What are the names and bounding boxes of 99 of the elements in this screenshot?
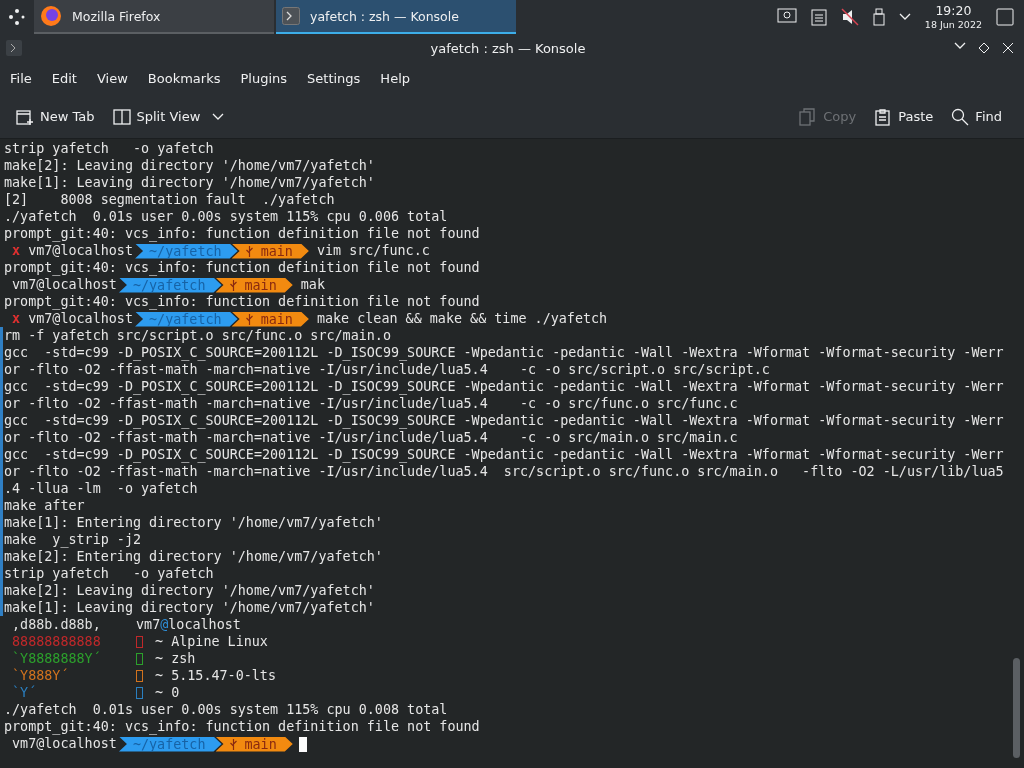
prompt-directory-segment: ~/yafetch <box>118 277 222 293</box>
terminal-command: vim src/func.c <box>315 243 430 258</box>
prompt-user: vm7@localhost <box>12 736 117 751</box>
ascii-art: `Y´ <box>12 684 38 701</box>
maximize-icon[interactable] <box>978 42 990 54</box>
system-info-text: ~ zsh <box>155 651 196 666</box>
prompt-directory-segment: ~/yafetch <box>118 736 222 752</box>
terminal-command: make clean && make && time ./yafetch <box>315 311 608 326</box>
terminal-output-line: make[2]: Entering directory '/home/vm7/yafetch' <box>4 549 383 564</box>
menu-item[interactable]: Help <box>372 67 418 90</box>
glyph-box-icon <box>136 636 144 648</box>
terminal-output-line: make after <box>4 498 85 513</box>
terminal-output-line: gcc -std=c99 -D_POSIX_C_SOURCE=200112L -D_ISOC99_SOURCE -Wpedantic -pedantic -Wall -Wextra -Wformat -Wformat-security -Werr <box>4 447 1004 462</box>
toolbar-button[interactable]: New Tab <box>10 103 101 130</box>
fetch-host: localhost <box>168 617 241 632</box>
dropdown-caret-icon <box>212 112 225 121</box>
toolbar-button[interactable]: Find <box>945 103 1008 130</box>
glyph-box-icon <box>136 687 144 699</box>
terminal-output-line: make[1]: Leaving directory '/home/vm7/yafetch' <box>4 175 375 190</box>
terminal-output-line: prompt_git:40: vcs_info: function definition file not found <box>4 226 480 241</box>
taskbar-task[interactable]: yafetch : zsh — Konsole <box>276 0 516 34</box>
terminal-output-line: make[1]: Leaving directory '/home/vm7/yafetch' <box>4 600 375 615</box>
git-branch-icon <box>245 245 253 257</box>
clipboard-icon[interactable] <box>810 8 827 26</box>
ascii-art: ,d88b.d88b, <box>12 616 102 633</box>
git-branch-icon <box>229 738 237 750</box>
glyph-box-icon <box>136 653 144 665</box>
terminal-output-line: ./yafetch 0.01s user 0.00s system 115% cpu 0.006 total <box>4 209 448 224</box>
system-info-text: ~ 5.15.47-0-lts <box>155 668 276 683</box>
terminal-output-line: [2] 8008 segmentation fault ./yafetch <box>4 192 335 207</box>
at-sign: @ <box>160 617 169 632</box>
scrollbar-thumb[interactable] <box>1013 658 1020 758</box>
menu-item[interactable]: File <box>2 67 40 90</box>
speaker-muted-icon[interactable] <box>840 8 859 26</box>
error-mark: x <box>12 311 21 326</box>
show-desktop-icon[interactable] <box>996 8 1014 26</box>
expand-tray-icon <box>898 13 911 21</box>
window-title: yafetch : zsh — Konsole <box>429 40 587 56</box>
prompt-branch-segment: main <box>231 243 309 259</box>
terminal-output-line: gcc -std=c99 -D_POSIX_C_SOURCE=200112L -D_ISOC99_SOURCE -Wpedantic -pedantic -Wall -Wextra -Wformat -Wformat-security -Werr <box>4 413 1004 428</box>
menu-item[interactable]: View <box>88 67 136 90</box>
ascii-art: `Y8888888Y´ <box>12 650 102 667</box>
terminal-icon <box>6 40 22 56</box>
terminal-output-line: ./yafetch 0.01s user 0.00s system 115% cpu 0.008 total <box>4 702 448 717</box>
terminal-output-line: strip yafetch -o yafetch <box>4 141 214 156</box>
browser-icon <box>40 5 62 27</box>
clock[interactable]: 19:20 18 Jun 2022 <box>924 5 982 29</box>
terminal-icon <box>282 7 300 25</box>
toolbar-button[interactable]: Split View <box>106 103 207 130</box>
glyph-box-icon <box>136 670 144 682</box>
terminal-output-line: make y_strip -j2 <box>4 532 142 547</box>
terminal-output-line: or -flto -O2 -ffast-math -march=native -I/usr/include/lua5.4 -c -o src/func.o src/func.c <box>4 396 738 411</box>
terminal-output-line: or -flto -O2 -ffast-math -march=native -I/usr/include/lua5.4 -c -o src/main.o src/main.c <box>4 430 738 445</box>
terminal-command: mak <box>299 277 325 292</box>
terminal-output-line: or -flto -O2 -ffast-math -march=native -I/usr/include/lua5.4 src/script.o src/func.o src/main.o -flto -O2 -L/usr/lib/lua5 <box>4 464 1004 479</box>
minimize-icon <box>954 42 966 50</box>
search-icon <box>951 107 970 126</box>
prompt-branch-segment: main <box>231 311 309 327</box>
ascii-art: `Y888Y´ <box>12 667 70 684</box>
menu-item[interactable]: Settings <box>299 67 369 90</box>
terminal-output-line: gcc -std=c99 -D_POSIX_C_SOURCE=200112L -D_ISOC99_SOURCE -Wpedantic -pedantic -Wall -Wextra -Wformat -Wformat-security -Werr <box>4 345 1004 360</box>
usb-drive-icon[interactable] <box>872 8 885 26</box>
prompt-user: vm7@localhost <box>12 277 117 292</box>
close-icon[interactable] <box>1002 42 1014 54</box>
prompt-user: vm7@localhost <box>28 243 133 258</box>
app-launcher-icon[interactable] <box>8 8 26 26</box>
git-branch-icon <box>229 279 237 291</box>
menu-item[interactable]: Plugins <box>232 67 296 90</box>
ascii-art: 88888888888 <box>12 633 102 650</box>
git-branch-icon <box>245 313 253 325</box>
terminal-output-line: prompt_git:40: vcs_info: function definition file not found <box>4 260 480 275</box>
system-info-text: ~ 0 <box>155 685 180 700</box>
system-info-text: ~ Alpine Linux <box>155 634 268 649</box>
prompt-branch-segment: main <box>215 277 293 293</box>
terminal-output-line: .4 -llua -lm -o yafetch <box>4 481 198 496</box>
prompt-directory-segment: ~/yafetch <box>135 243 238 259</box>
copy-icon <box>799 107 818 126</box>
terminal-output-line: rm -f yafetch src/script.o src/func.o src/main.o <box>4 328 391 343</box>
display-icon[interactable] <box>776 8 797 26</box>
taskbar-task[interactable]: Mozilla Firefox <box>34 0 274 34</box>
clipboard-icon <box>874 107 893 126</box>
terminal-output-line: gcc -std=c99 -D_POSIX_C_SOURCE=200112L -D_ISOC99_SOURCE -Wpedantic -pedantic -Wall -Wextra -Wformat -Wformat-security -Werr <box>4 379 1004 394</box>
error-mark: x <box>12 243 21 258</box>
new-tab-icon <box>16 107 34 126</box>
terminal-output-line: prompt_git:40: vcs_info: function definition file not found <box>4 719 480 734</box>
terminal-output-line: or -flto -O2 -ffast-math -march=native -I/usr/include/lua5.4 -c -o src/script.o src/script.c <box>4 362 770 377</box>
menu-item[interactable]: Edit <box>43 67 85 90</box>
terminal-output-line: make[2]: Leaving directory '/home/vm7/yafetch' <box>4 583 375 598</box>
terminal-output-line: strip yafetch -o yafetch <box>4 566 214 581</box>
toolbar-button[interactable]: Paste <box>868 103 940 130</box>
terminal-output-line: make[2]: Leaving directory '/home/vm7/yafetch' <box>4 158 375 173</box>
menu-item[interactable]: Bookmarks <box>139 67 229 90</box>
fetch-user: vm7 <box>136 617 161 632</box>
terminal-output-line: prompt_git:40: vcs_info: function definition file not found <box>4 294 480 309</box>
split-view-icon <box>112 107 131 126</box>
prompt-user: vm7@localhost <box>28 311 133 326</box>
prompt-directory-segment: ~/yafetch <box>135 311 238 327</box>
terminal-output-line: make[1]: Entering directory '/home/vm7/yafetch' <box>4 515 383 530</box>
prompt-branch-segment: main <box>215 736 293 752</box>
